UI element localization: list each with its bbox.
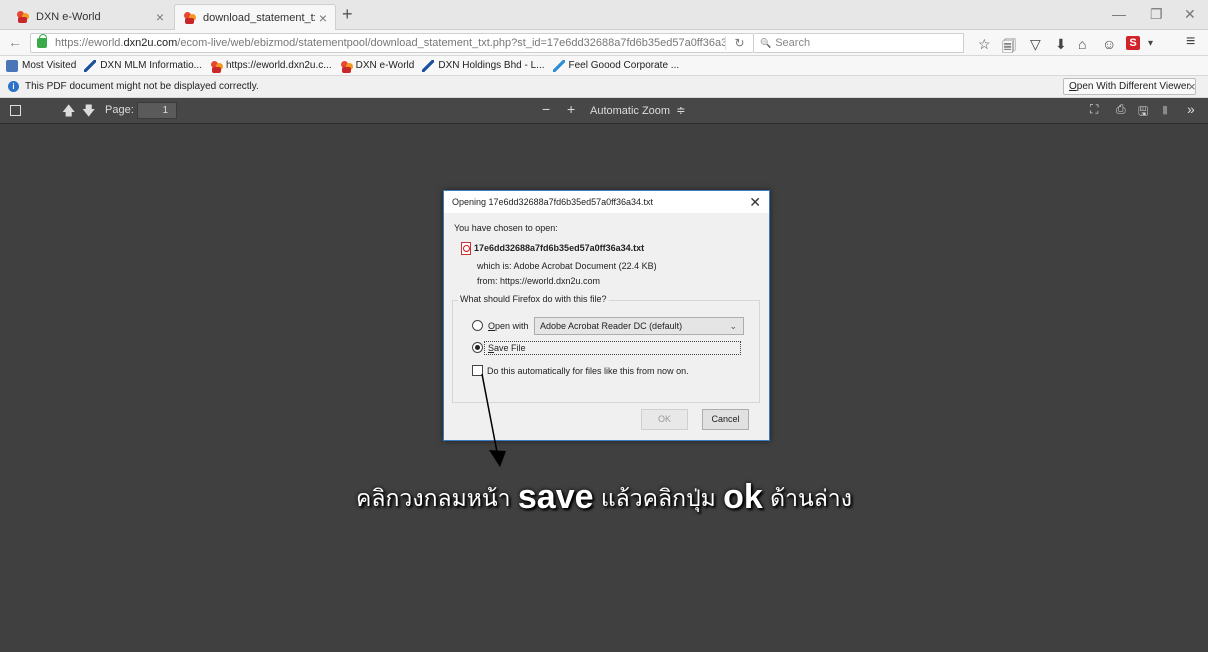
bookmark-view-icon[interactable]: ▮	[1162, 103, 1168, 116]
url-bar[interactable]: https://eworld.dxn2u.com/ecom-live/web/e…	[30, 33, 754, 53]
tab-bar: DXN e-World × download_statement_txt.p..…	[0, 0, 1208, 30]
dialog-title-bar: Opening 17e6dd32688a7fd6b35ed57a0ff36a34…	[444, 191, 769, 213]
notification-message: This PDF document might not be displayed…	[25, 81, 259, 92]
sidebar-toggle-icon[interactable]	[10, 105, 21, 116]
auto-action-checkbox[interactable]	[472, 365, 483, 376]
dxn-favicon-icon	[210, 60, 223, 73]
open-with-label[interactable]: Open with	[488, 321, 529, 331]
open-different-viewer-button[interactable]: Open With Different Viewer	[1063, 78, 1196, 95]
dxn-favicon-icon	[183, 11, 197, 25]
dialog-title: Opening 17e6dd32688a7fd6b35ed57a0ff36a34…	[452, 197, 654, 207]
tab-label: DXN e-World	[36, 11, 101, 23]
search-input[interactable]: 🔍 Search	[754, 33, 964, 53]
pocket-icon[interactable]: ▽	[1030, 36, 1041, 53]
bookmark-dxn-eworld[interactable]: DXN e-World	[340, 60, 415, 73]
instruction-caption: คลิกวงกลมหน้า save แล้วคลิกปุ่ม ok ด้านล…	[0, 478, 1208, 517]
menu-icon[interactable]: ≡	[1186, 33, 1195, 51]
bookmarks-toolbar: Most Visited DXN MLM Informatio... https…	[0, 56, 1208, 76]
caption-part-1: คลิกวงกลมหน้า	[356, 486, 518, 512]
bookmark-feel-goood[interactable]: Feel Goood Corporate ...	[552, 59, 680, 72]
file-source: from: https://eworld.dxn2u.com	[477, 276, 601, 286]
bookmark-label: DXN Holdings Bhd - L...	[438, 60, 545, 71]
bookmark-label: Feel Goood Corporate ...	[568, 60, 680, 71]
feather-icon	[84, 59, 97, 72]
navigation-bar: ← https://eworld.dxn2u.com/ecom-live/web…	[0, 30, 1208, 56]
open-with-app-select[interactable]: Adobe Acrobat Reader DC (default) ⌄	[534, 317, 744, 335]
ok-button[interactable]: OK	[641, 409, 688, 430]
bookmark-eworld-url[interactable]: https://eworld.dxn2u.c...	[210, 60, 332, 73]
dxn-favicon-icon	[340, 60, 353, 73]
bookmark-star-icon[interactable]: ☆	[978, 36, 991, 53]
search-icon: 🔍	[760, 37, 772, 48]
page-label: Page:	[105, 104, 134, 116]
chosen-label: You have chosen to open:	[454, 223, 558, 233]
bookmark-label: DXN e-World	[355, 60, 415, 71]
print-icon[interactable]: ⎙	[1116, 102, 1126, 117]
back-button[interactable]: ←	[8, 34, 22, 50]
cancel-button[interactable]: Cancel	[702, 409, 749, 430]
download-icon[interactable]: ⬇	[1055, 36, 1067, 53]
action-question: What should Firefox do with this file?	[458, 294, 609, 304]
presentation-mode-icon[interactable]: ⛶	[1090, 102, 1098, 117]
addon-s-icon[interactable]: S	[1126, 36, 1140, 50]
caption-part-3: ด้านล่าง	[762, 486, 852, 512]
new-tab-button[interactable]: +	[342, 4, 353, 25]
caption-part-2: แล้วคลิกปุ่ม	[593, 486, 724, 512]
save-document-icon[interactable]: 🖫	[1138, 102, 1148, 123]
tab-dxn-eworld[interactable]: DXN e-World ×	[8, 4, 172, 30]
bookmark-label: Most Visited	[22, 60, 77, 71]
home-icon[interactable]: ⌂	[1078, 36, 1086, 52]
tab-close-icon[interactable]: ×	[156, 9, 164, 25]
dialog-close-button[interactable]: ✕	[749, 194, 761, 211]
pdf-notification-bar: i This PDF document might not be display…	[0, 76, 1208, 98]
next-page-icon[interactable]: 🡇	[82, 102, 95, 124]
zoom-select[interactable]: Automatic Zoom ≑	[590, 104, 685, 117]
caption-save-word: save	[517, 478, 594, 516]
bookmark-most-visited[interactable]: Most Visited	[6, 59, 77, 72]
zoom-in-button[interactable]: +	[567, 101, 575, 117]
caption-ok-word: ok	[723, 478, 763, 516]
zoom-out-button[interactable]: −	[542, 101, 550, 117]
feather-icon	[422, 59, 435, 72]
reload-button[interactable]: ↻	[725, 36, 753, 50]
tools-menu-icon[interactable]: »	[1187, 101, 1195, 117]
grid-icon	[6, 59, 18, 72]
opening-file-dialog: Opening 17e6dd32688a7fd6b35ed57a0ff36a34…	[443, 190, 770, 441]
bookmark-label: DXN MLM Informatio...	[100, 60, 202, 71]
feather-icon	[552, 59, 565, 72]
pdf-file-icon	[460, 242, 471, 255]
info-icon: i	[8, 81, 19, 92]
tab-close-icon[interactable]: ×	[319, 10, 327, 26]
bookmark-dxn-holdings[interactable]: DXN Holdings Bhd - L...	[422, 59, 545, 72]
chevron-down-icon: ⌄	[729, 321, 737, 331]
close-window-button[interactable]: ✕	[1184, 6, 1196, 23]
addon-dropdown-icon[interactable]: ▾	[1148, 38, 1153, 49]
save-file-label[interactable]: Save File	[488, 343, 526, 353]
minimize-button[interactable]: —	[1112, 6, 1126, 22]
page-number-input[interactable]: 1	[137, 102, 177, 119]
bookmark-label: https://eworld.dxn2u.c...	[226, 60, 332, 71]
tab-label: download_statement_txt.p...	[203, 11, 315, 24]
open-with-radio[interactable]	[472, 320, 483, 331]
tab-download-statement[interactable]: download_statement_txt.p... ×	[174, 4, 336, 30]
file-name: 17e6dd32688a7fd6b35ed57a0ff36a34.txt	[460, 242, 644, 255]
pdf-toolbar: 🡅 🡇 Page: 1 − + Automatic Zoom ≑ ⛶ ⎙ 🖫 ▮…	[0, 98, 1208, 124]
bookmark-dxn-mlm[interactable]: DXN MLM Informatio...	[84, 59, 202, 72]
dxn-favicon-icon	[16, 10, 30, 24]
notification-close-icon[interactable]: ×	[1188, 79, 1196, 94]
lock-icon	[37, 34, 47, 48]
url-text[interactable]: https://eworld.dxn2u.com/ecom-live/web/e…	[55, 37, 725, 49]
previous-page-icon[interactable]: 🡅	[62, 102, 75, 124]
file-type: which is: Adobe Acrobat Document (22.4 K…	[477, 261, 657, 271]
restore-button[interactable]: ❐	[1150, 6, 1163, 23]
hello-icon[interactable]: ☺	[1102, 36, 1116, 52]
auto-action-label[interactable]: Do this automatically for files like thi…	[487, 366, 689, 376]
search-placeholder: Search	[775, 37, 811, 49]
save-file-radio[interactable]	[472, 342, 483, 353]
